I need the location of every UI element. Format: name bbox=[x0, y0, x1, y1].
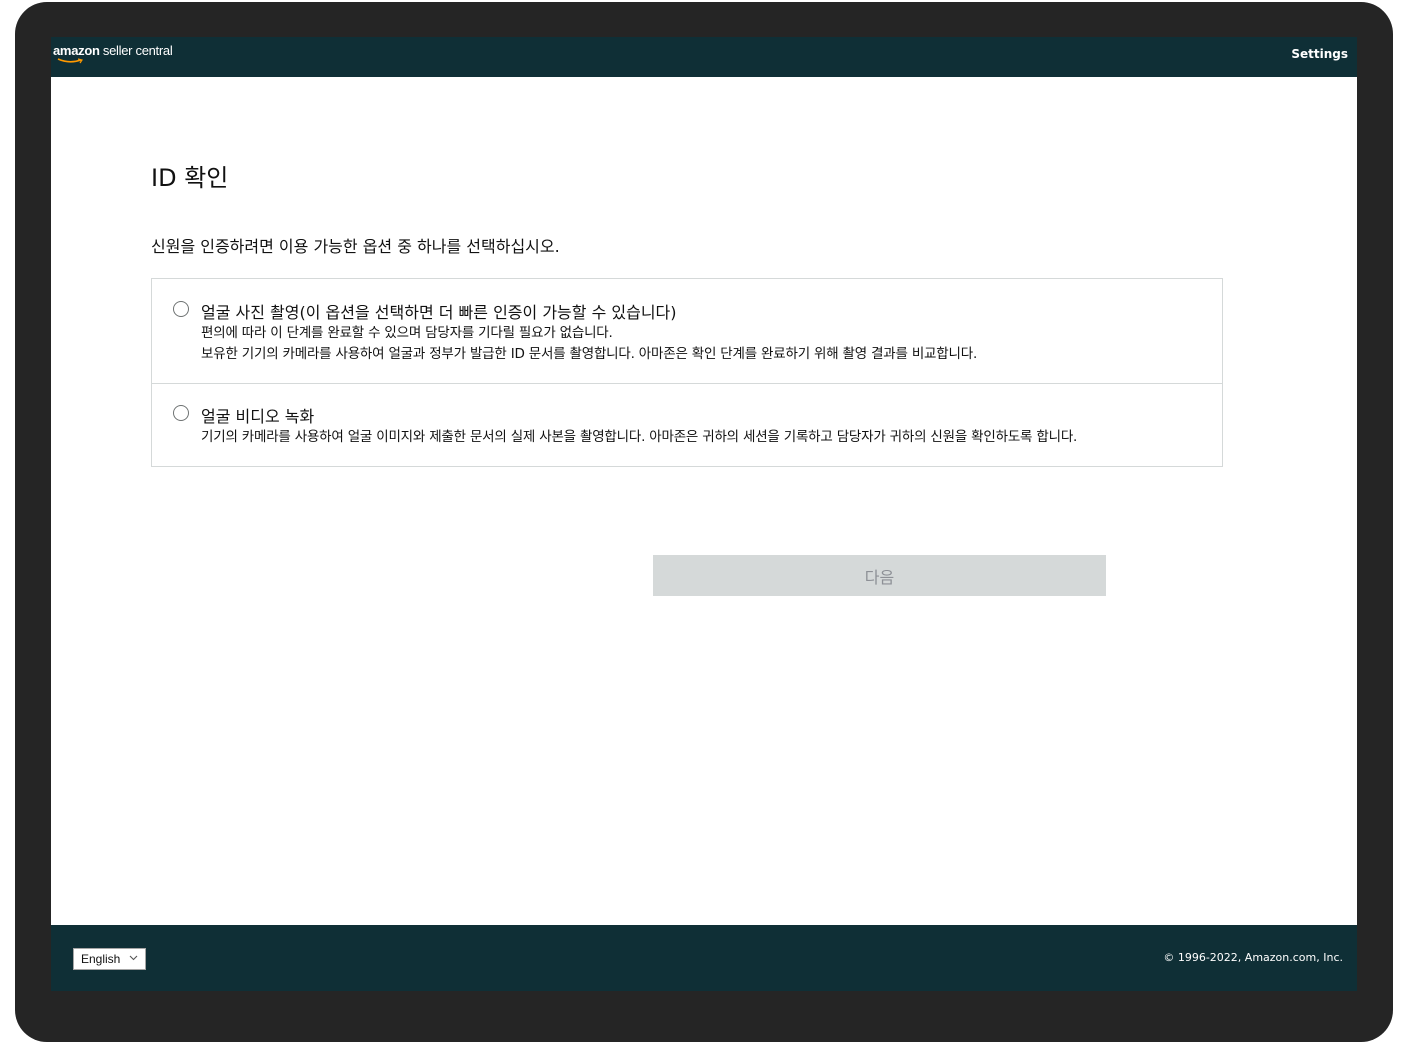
verification-options: 얼굴 사진 촬영(이 옵션을 선택하면 더 빠른 인증이 가능할 수 있습니다)… bbox=[151, 278, 1223, 467]
option-description: 편의에 따라 이 단계를 완료할 수 있으며 담당자를 기다릴 필요가 없습니다… bbox=[201, 325, 613, 341]
app-window: amazon seller central Settings ID 확인 신원을… bbox=[51, 37, 1357, 991]
radio-button[interactable] bbox=[173, 301, 189, 317]
option-description: 기기의 카메라를 사용하여 얼굴 이미지와 제출한 문서의 실제 사본을 촬영합… bbox=[201, 429, 1078, 445]
amazon-smile-icon bbox=[57, 58, 83, 64]
page-subtitle: 신원을 인증하려면 이용 가능한 옵션 중 하나를 선택하십시오. bbox=[151, 237, 560, 256]
option-title: 얼굴 비디오 녹화 bbox=[201, 407, 315, 426]
amazon-seller-central-logo[interactable]: amazon seller central bbox=[53, 43, 173, 64]
next-button[interactable]: 다음 bbox=[653, 555, 1106, 596]
copyright-text: © 1996-2022, Amazon.com, Inc. bbox=[1163, 951, 1343, 964]
footer: English © 1996-2022, Amazon.com, Inc. bbox=[51, 925, 1357, 991]
logo-product: seller central bbox=[99, 43, 173, 58]
option-video-recording[interactable]: 얼굴 비디오 녹화 기기의 카메라를 사용하여 얼굴 이미지와 제출한 문서의 … bbox=[152, 384, 1222, 466]
option-title: 얼굴 사진 촬영(이 옵션을 선택하면 더 빠른 인증이 가능할 수 있습니다) bbox=[201, 303, 677, 322]
page-title: ID 확인 bbox=[151, 164, 229, 192]
logo-brand: amazon bbox=[53, 43, 100, 58]
language-selected-label: English bbox=[81, 952, 121, 966]
option-photo-capture[interactable]: 얼굴 사진 촬영(이 옵션을 선택하면 더 빠른 인증이 가능할 수 있습니다)… bbox=[152, 279, 1222, 384]
chevron-down-icon bbox=[129, 955, 138, 961]
settings-link[interactable]: Settings bbox=[1291, 47, 1348, 61]
option-description: 보유한 기기의 카메라를 사용하여 얼굴과 정부가 발급한 ID 문서를 촬영합… bbox=[201, 346, 978, 362]
top-navigation-bar: amazon seller central Settings bbox=[51, 37, 1357, 77]
language-select[interactable]: English bbox=[73, 948, 146, 970]
radio-button[interactable] bbox=[173, 405, 189, 421]
